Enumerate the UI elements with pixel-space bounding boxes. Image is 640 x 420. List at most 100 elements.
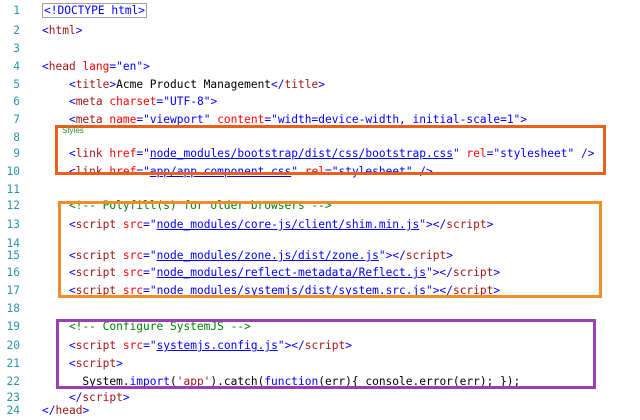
- code-token: import: [129, 375, 170, 388]
- code-token: ></: [432, 266, 453, 279]
- code-line[interactable]: 17 <script src="node_modules/systemjs/di…: [0, 282, 640, 300]
- code-line[interactable]: 2 <html>: [0, 22, 640, 40]
- code-text: </head>: [42, 402, 89, 420]
- line-number: 6: [13, 95, 20, 108]
- code-token: >: [116, 357, 123, 370]
- line-number: 17: [6, 284, 20, 297]
- code-token: <: [42, 284, 76, 297]
- code-line[interactable]: 20 <script src="systemjs.config.js"></sc…: [0, 337, 640, 355]
- code-token: ": [378, 249, 386, 262]
- code-token: >: [82, 404, 90, 417]
- code-token: <: [42, 147, 76, 160]
- code-token: "UTF-8": [163, 95, 211, 108]
- code-token: ": [419, 218, 426, 231]
- code-token: script: [75, 339, 117, 352]
- code-token: head: [48, 60, 76, 73]
- line-number: 9: [13, 147, 20, 160]
- code-token: src: [116, 284, 144, 297]
- code-token: function: [264, 375, 319, 388]
- code-token: <: [42, 24, 49, 37]
- code-line[interactable]: 18: [0, 300, 640, 318]
- code-token: =: [143, 284, 150, 297]
- file-link[interactable]: systemjs.config.js: [157, 339, 278, 352]
- code-text: <meta name="viewport" content="width=dev…: [42, 111, 527, 129]
- code-text: <link href="node_modules/bootstrap/dist/…: [42, 145, 595, 163]
- code-token: <: [42, 357, 76, 370]
- code-token: <: [42, 60, 49, 73]
- code-token: "stylesheet": [331, 165, 413, 178]
- code-line[interactable]: 1 <!DOCTYPE html>: [0, 2, 640, 20]
- code-token: =: [143, 339, 150, 352]
- code-line[interactable]: 6 <meta charset="UTF-8">: [0, 93, 640, 111]
- styles-label: Styles: [62, 126, 84, 135]
- code-token: <!DOCTYPE html>: [42, 3, 148, 18]
- code-token: script: [452, 284, 494, 297]
- code-token: meta: [75, 95, 103, 108]
- file-link[interactable]: app/app.component.css: [150, 165, 291, 178]
- code-token: />: [574, 147, 595, 160]
- code-token: 'app': [176, 375, 211, 388]
- code-line[interactable]: 16 <script src="node_modules/reflect-met…: [0, 264, 640, 282]
- code-token: script: [75, 284, 117, 297]
- code-token: =: [324, 165, 332, 178]
- code-text: <script src="node_modules/reflect-metada…: [42, 264, 500, 282]
- file-link[interactable]: node_modules/reflect-metadata/Reflect.js: [157, 266, 426, 279]
- code-token: >: [493, 284, 501, 297]
- code-text: <script src="node_modules/core-js/client…: [42, 216, 493, 234]
- code-line[interactable]: 21 <script>: [0, 355, 640, 373]
- code-token: >: [520, 113, 528, 126]
- code-token: href: [102, 165, 137, 178]
- code-text: <html>: [42, 22, 82, 40]
- code-line[interactable]: 24 </head>: [0, 402, 640, 420]
- code-line[interactable]: 15 <script src="node_modules/zone.js/dis…: [0, 247, 640, 265]
- code-token: =: [143, 218, 150, 231]
- code-line[interactable]: 4 <head lang="en">: [0, 58, 640, 76]
- code-line[interactable]: 19 <!-- Configure SystemJS -->: [0, 318, 640, 336]
- code-token: ": [149, 339, 157, 352]
- code-token: <: [42, 218, 76, 231]
- code-token: <: [42, 249, 76, 262]
- code-token: script: [452, 266, 494, 279]
- code-token: src: [116, 266, 144, 279]
- code-token: >: [345, 339, 352, 352]
- code-line[interactable]: 12 <!-- Polyfill(s) for older browsers -…: [0, 197, 640, 215]
- file-link[interactable]: node_modules/core-js/client/shim.min.js: [157, 218, 420, 231]
- code-token: >: [318, 78, 325, 91]
- code-token: link: [75, 165, 103, 178]
- file-link[interactable]: node_modules/bootstrap/dist/css/bootstra…: [150, 147, 453, 160]
- line-number: 7: [13, 113, 20, 126]
- code-text: <script src="node_modules/systemjs/dist/…: [42, 282, 500, 300]
- line-number: 3: [13, 42, 20, 55]
- code-token: >: [446, 249, 453, 262]
- code-line[interactable]: 13 <script src="node_modules/core-js/cli…: [0, 216, 640, 234]
- code-token: title: [75, 78, 110, 91]
- code-token: ></: [385, 249, 406, 262]
- code-line[interactable]: 9 <link href="node_modules/bootstrap/dis…: [0, 145, 640, 163]
- code-token: script: [304, 339, 346, 352]
- file-link[interactable]: node_modules/zone.js/dist/zone.js: [157, 249, 379, 262]
- code-token: <!-- Configure SystemJS -->: [42, 320, 251, 333]
- code-token: >: [486, 218, 494, 231]
- code-token: title: [284, 78, 319, 91]
- code-token: script: [75, 249, 117, 262]
- code-token: (err){ console.error(err); });: [318, 375, 521, 388]
- code-text: <link href="app/app.component.css" rel="…: [42, 163, 433, 181]
- code-token: name: [102, 113, 137, 126]
- line-number: 10: [6, 165, 20, 178]
- code-token: "stylesheet": [493, 147, 575, 160]
- code-token: charset: [102, 95, 157, 108]
- line-number: 19: [6, 320, 20, 333]
- file-link[interactable]: node_modules/systemjs/dist/system.src.js: [157, 284, 426, 297]
- code-line[interactable]: 5 <title>Acme Product Management</title>: [0, 76, 640, 94]
- line-number: 1: [13, 4, 20, 17]
- line-number: 5: [13, 78, 20, 91]
- code-token: >: [143, 60, 150, 73]
- code-token: ).catch(: [210, 375, 265, 388]
- line-number: 20: [6, 339, 20, 352]
- code-line[interactable]: 7 <meta name="viewport" content="width=d…: [0, 111, 640, 129]
- code-token: </: [271, 78, 285, 91]
- code-line[interactable]: 10 <link href="app/app.component.css" re…: [0, 163, 640, 181]
- code-line[interactable]: 3: [0, 40, 640, 58]
- code-text: <meta charset="UTF-8">: [42, 93, 217, 111]
- line-number: 21: [6, 357, 20, 370]
